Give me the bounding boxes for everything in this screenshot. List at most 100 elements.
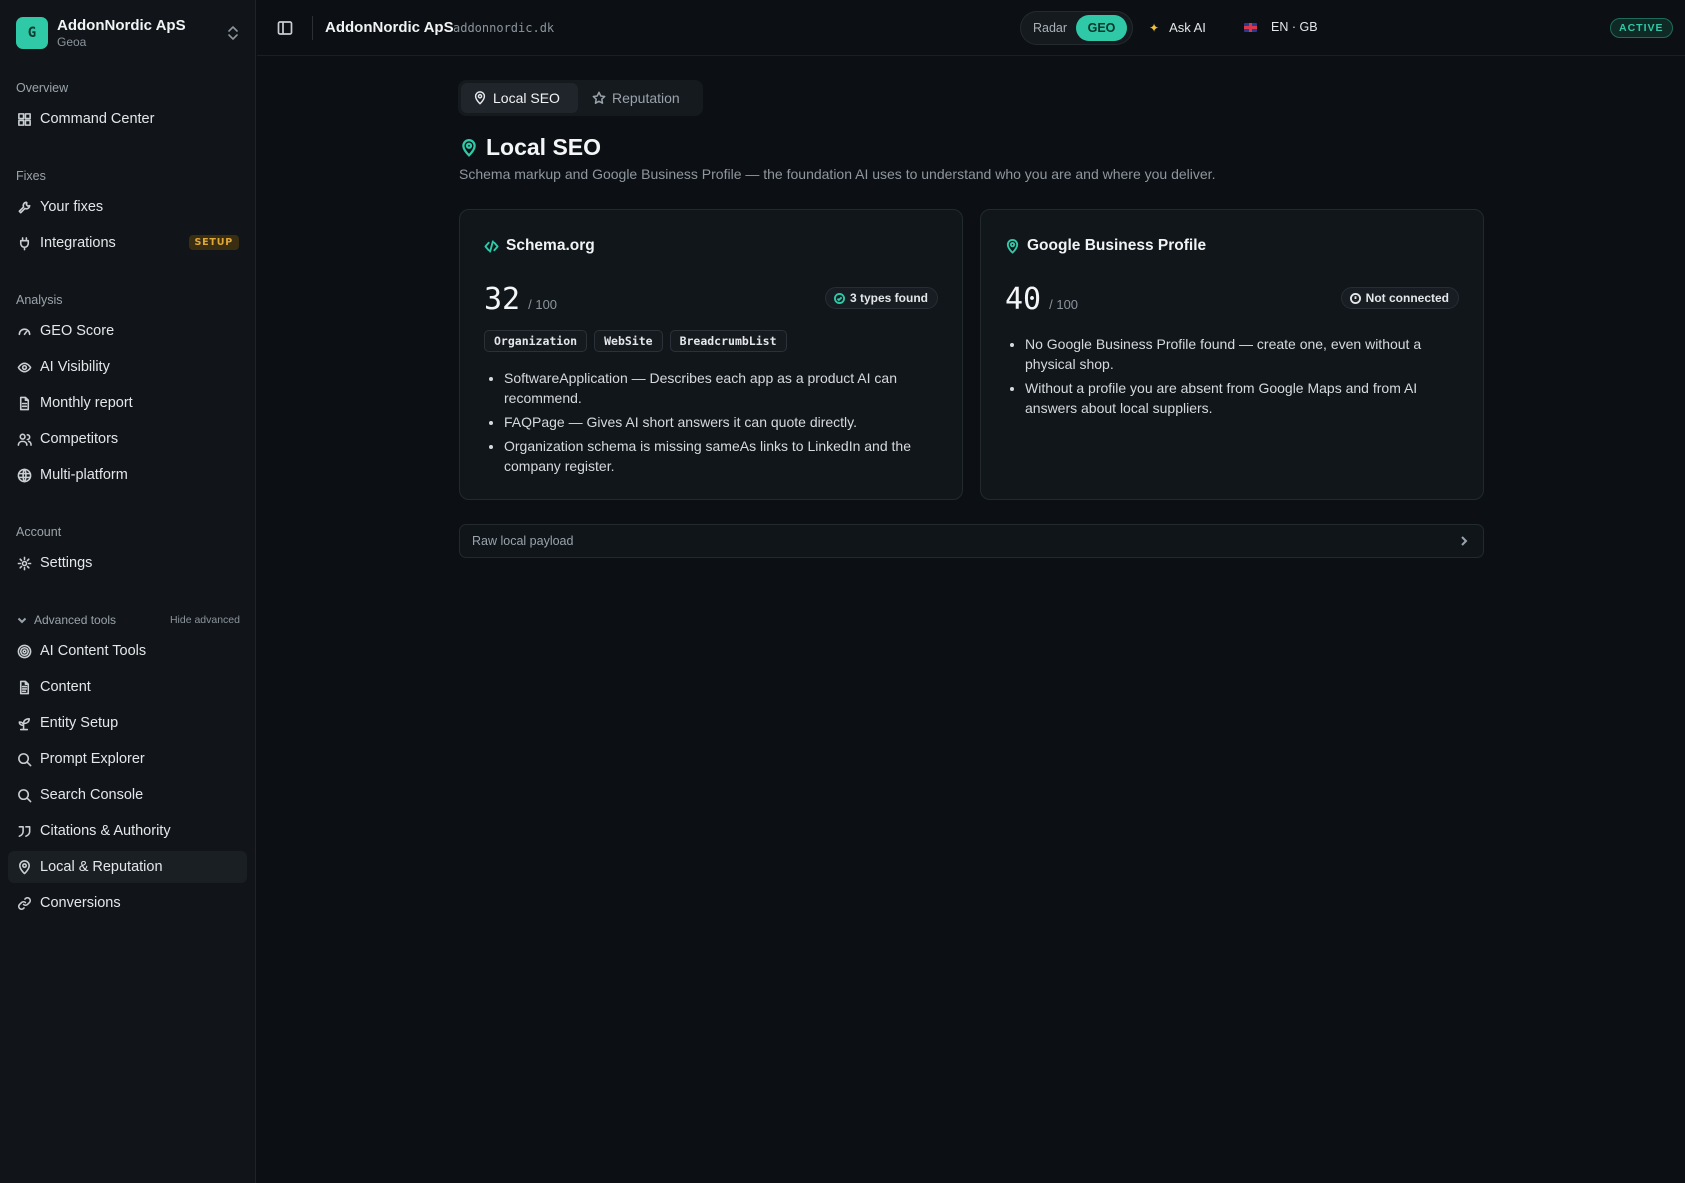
section-tabs: Local SEO Reputation [458,80,703,116]
sidebar-item-label: Command Center [40,111,155,127]
language-selector[interactable]: EN · GB [1244,20,1318,34]
map-pin-icon [1006,238,1019,254]
sprout-icon [18,717,30,730]
sidebar-item-integrations[interactable]: Integrations SETUP [8,227,247,259]
sidebar-item-ai-content-tools[interactable]: AI Content Tools [8,635,247,667]
sidebar-item-competitors[interactable]: Competitors [8,423,247,455]
star-icon [592,91,606,104]
tab-label: Local SEO [493,90,560,106]
gbp-card: Google Business Profile 40 / 100 Not con… [980,209,1484,500]
search-icon [18,788,32,802]
sidebar-item-label: Integrations [40,235,116,251]
workspace-avatar: G [16,17,48,49]
workspace-switcher[interactable]: G AddonNordic ApS Geoa [16,16,240,50]
schema-card: Schema.org 32 / 100 3 types found Organi… [459,209,963,500]
header-divider [312,16,313,40]
gauge-icon [18,327,31,335]
grid-icon [18,112,31,126]
sidebar-item-label: AI Visibility [40,359,110,375]
sidebar-item-label: Your fixes [40,199,104,215]
page-header-title: AddonNordic ApS [325,19,454,36]
search-icon [18,752,32,766]
document-icon [19,680,30,694]
status-label: Not connected [1365,291,1449,305]
sidebar-item-label: Monthly report [40,395,133,411]
chevron-down-icon [17,617,27,624]
sidebar-item-label: Content [40,679,91,695]
score-max: / 100 [528,297,558,312]
sidebar-item-label: GEO Score [40,323,115,339]
tab-local-seo[interactable]: Local SEO [461,83,578,113]
nav-group-analysis: Analysis [16,293,63,307]
sidebar-item-geo-score[interactable]: GEO Score [8,315,247,347]
sidebar-item-local-reputation[interactable]: Local & Reputation [8,851,247,883]
globe-icon [17,468,32,482]
sidebar-item-entity-setup[interactable]: Entity Setup [8,707,247,739]
status-badge: ACTIVE [1610,18,1673,38]
sidebar-panel-icon [277,21,293,35]
sidebar-item-label: Multi-platform [40,467,128,483]
target-icon [17,644,32,658]
map-pin-icon [474,91,486,105]
eye-icon [17,361,32,373]
sidebar-item-citations-authority[interactable]: Citations & Authority [8,815,247,847]
tab-reputation[interactable]: Reputation [578,83,696,113]
file-icon [19,396,30,410]
nav-group-overview: Overview [16,81,69,95]
check-circle-icon [833,292,845,304]
status-label: 3 types found [849,291,928,305]
sidebar-item-monthly-report[interactable]: Monthly report [8,387,247,419]
gear-icon [17,556,32,570]
sidebar-item-ai-visibility[interactable]: AI Visibility [8,351,247,383]
schema-recommendations: SoftwareApplication — Describes each app… [504,368,944,480]
top-header: AddonNordic ApS addonnordic.dk Radar GEO… [257,0,1685,56]
advanced-tools-toggle[interactable]: Advanced tools Hide advanced [16,612,240,628]
mode-geo-button[interactable]: GEO [1076,15,1127,41]
mode-switch: Radar GEO [1020,11,1133,45]
link-icon [18,896,31,910]
nav-group-fixes: Fixes [16,169,46,183]
sidebar-item-conversions[interactable]: Conversions [8,887,247,919]
sidebar-item-label: Conversions [40,895,121,911]
workspace-name: AddonNordic ApS [57,16,186,34]
hide-advanced-button[interactable]: Hide advanced [170,614,240,626]
sidebar-item-multi-platform[interactable]: Multi-platform [8,459,247,491]
list-item: Organization schema is missing sameAs li… [504,436,944,476]
wrench-icon [18,201,31,213]
gbp-score: 40 / 100 [1005,282,1078,317]
alert-circle-icon [1349,292,1361,304]
raw-local-payload-toggle[interactable]: Raw local payload [459,524,1484,558]
sidebar-item-settings[interactable]: Settings [8,547,247,579]
sidebar-item-search-console[interactable]: Search Console [8,779,247,811]
advanced-tools-label: Advanced tools [34,613,117,627]
users-icon [17,433,32,446]
page-heading: Local SEO [460,134,601,161]
uk-flag-icon [1244,22,1257,32]
gbp-recommendations: No Google Business Profile found — creat… [1025,334,1465,422]
chevron-right-icon [1461,536,1468,546]
map-pin-icon [19,859,30,874]
schema-type-chip: WebSite [594,330,663,352]
ask-ai-button[interactable]: ✦ Ask AI [1149,20,1206,35]
list-item: No Google Business Profile found — creat… [1025,334,1465,374]
status-badge: Not connected [1340,287,1459,309]
sidebar-item-label: Local & Reputation [40,859,163,875]
language-label: EN · GB [1271,20,1318,34]
score-value: 32 [484,282,521,317]
sidebar-item-label: Citations & Authority [40,823,171,839]
sidebar-item-prompt-explorer[interactable]: Prompt Explorer [8,743,247,775]
code-icon [484,239,499,253]
mode-radar-button[interactable]: Radar [1024,15,1076,41]
sidebar-item-command-center[interactable]: Command Center [8,103,247,135]
nav-group-account: Account [16,525,62,539]
list-item: FAQPage — Gives AI short answers it can … [504,412,944,432]
status-badge: 3 types found [824,287,938,309]
schema-type-chip: BreadcrumbList [669,330,787,352]
schema-score: 32 / 100 [484,282,557,317]
sidebar-item-your-fixes[interactable]: Your fixes [8,191,247,223]
sidebar-item-content[interactable]: Content [8,671,247,703]
sidebar-toggle-button[interactable] [277,20,293,36]
sidebar: G AddonNordic ApS Geoa Overview Command … [0,0,256,1183]
tab-label: Reputation [612,90,680,106]
page-subtitle: Schema markup and Google Business Profil… [459,166,1216,182]
